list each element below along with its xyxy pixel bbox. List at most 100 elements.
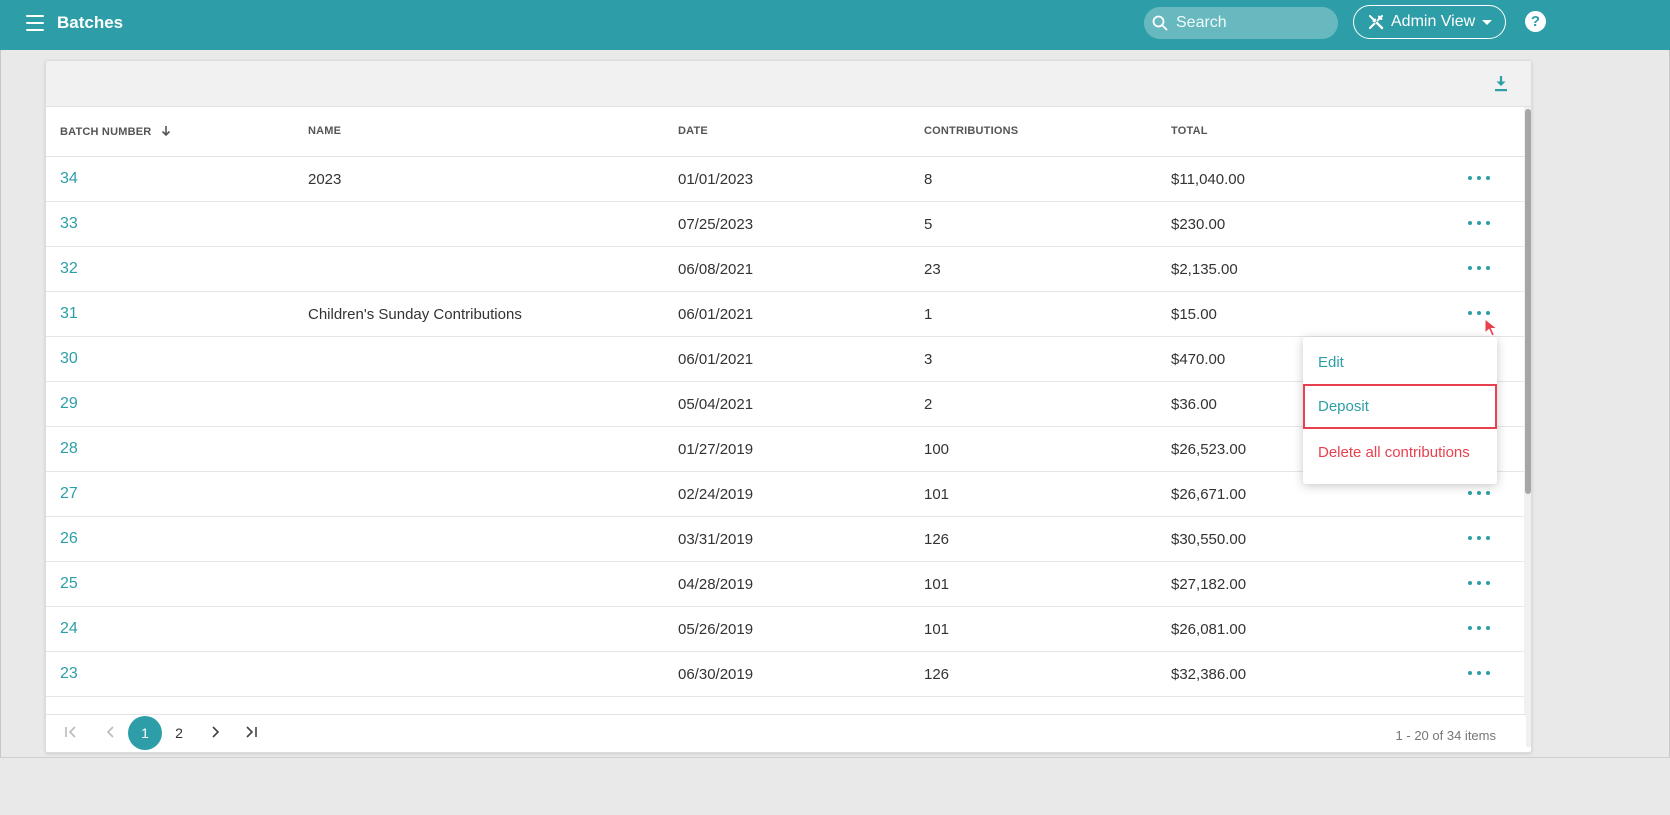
batch-number-link[interactable]: 28 [60, 440, 78, 458]
table-row: 31 Children's Sunday Contributions 06/01… [46, 292, 1531, 337]
batch-number-link[interactable]: 25 [60, 575, 78, 593]
ellipsis-icon[interactable] [1468, 485, 1490, 501]
table-header: BATCH NUMBER NAME DATE CONTRIBUTIONS TOT… [46, 107, 1531, 157]
first-page-icon[interactable] [64, 725, 78, 739]
batch-number-link[interactable]: 32 [60, 260, 78, 278]
mouse-pointer-icon [1484, 318, 1498, 337]
search-icon [1152, 15, 1168, 31]
ellipsis-icon[interactable] [1468, 260, 1490, 276]
batch-number-link[interactable]: 23 [60, 665, 78, 683]
table-row: 26 03/31/2019 126 $30,550.00 [46, 517, 1531, 562]
ellipsis-icon[interactable] [1468, 620, 1490, 636]
window-bottom [0, 757, 1670, 815]
batch-total: $26,081.00 [1171, 621, 1247, 638]
edit-menu-item[interactable]: Edit [1303, 340, 1497, 385]
scrollbar-thumb[interactable] [1525, 109, 1531, 494]
batch-contributions: 101 [924, 576, 950, 593]
pagination: 1 2 1 - 20 of 34 items [46, 714, 1526, 752]
batch-contributions: 100 [924, 441, 950, 458]
batch-contributions: 1 [924, 306, 933, 323]
batch-date: 05/26/2019 [678, 621, 754, 638]
ellipsis-icon[interactable] [1468, 170, 1490, 186]
column-header-batch-number[interactable]: BATCH NUMBER [60, 125, 171, 138]
help-icon[interactable]: ? [1525, 11, 1546, 32]
batch-total: $27,182.00 [1171, 576, 1247, 593]
hamburger-icon[interactable] [26, 15, 44, 31]
batch-contributions: 101 [924, 486, 950, 503]
column-header-name[interactable]: NAME [308, 125, 341, 137]
previous-page-icon[interactable] [104, 725, 118, 739]
delete-all-contributions-menu-item[interactable]: Delete all contributions [1303, 430, 1497, 475]
batch-total: $32,386.00 [1171, 666, 1247, 683]
card-toolbar [46, 61, 1531, 107]
page-1-button[interactable]: 1 [128, 716, 162, 750]
next-page-icon[interactable] [208, 725, 222, 739]
batch-contributions: 126 [924, 666, 950, 683]
admin-view-label: Admin View [1391, 13, 1476, 30]
batch-date: 01/27/2019 [678, 441, 754, 458]
column-header-date[interactable]: DATE [678, 125, 708, 137]
batch-total: $26,523.00 [1171, 441, 1247, 458]
ellipsis-icon[interactable] [1468, 530, 1490, 546]
column-header-contributions[interactable]: CONTRIBUTIONS [924, 125, 1018, 137]
table-row: 25 04/28/2019 101 $27,182.00 [46, 562, 1531, 607]
batch-total: $36.00 [1171, 396, 1217, 413]
batch-date: 06/01/2021 [678, 306, 754, 323]
column-header-total[interactable]: TOTAL [1171, 125, 1208, 137]
table-row: 32 06/08/2021 23 $2,135.00 [46, 247, 1531, 292]
arrow-down-icon [161, 126, 170, 137]
scrollbar[interactable] [1524, 107, 1531, 747]
chevron-down-icon [1482, 19, 1493, 25]
batch-total: $26,671.00 [1171, 486, 1247, 503]
batch-date: 06/01/2021 [678, 351, 754, 368]
ellipsis-icon[interactable] [1468, 215, 1490, 231]
batch-name: Children's Sunday Contributions [308, 306, 522, 323]
search-box[interactable] [1144, 7, 1338, 39]
page-2-button[interactable]: 2 [162, 716, 196, 750]
batch-total: $2,135.00 [1171, 261, 1238, 278]
top-bar: Batches Admin View ? [0, 0, 1670, 50]
last-page-icon[interactable] [244, 725, 258, 739]
batch-contributions: 126 [924, 531, 950, 548]
row-actions-menu: Edit Deposit Delete all contributions [1303, 337, 1497, 484]
batch-date: 06/30/2019 [678, 666, 754, 683]
batch-total: $470.00 [1171, 351, 1226, 368]
batch-name: 2023 [308, 171, 342, 188]
batch-total: $11,040.00 [1171, 171, 1245, 188]
batch-contributions: 5 [924, 216, 933, 233]
batch-total: $15.00 [1171, 306, 1217, 323]
batch-contributions: 2 [924, 396, 933, 413]
tools-icon [1368, 15, 1384, 30]
ellipsis-icon[interactable] [1468, 665, 1490, 681]
batch-date: 01/01/2023 [678, 171, 754, 188]
batch-number-link[interactable]: 24 [60, 620, 78, 638]
batch-number-link[interactable]: 33 [60, 215, 78, 233]
batch-number-link[interactable]: 29 [60, 395, 78, 413]
search-input[interactable] [1176, 14, 1326, 32]
batch-contributions: 3 [924, 351, 933, 368]
batch-date: 05/04/2021 [678, 396, 754, 413]
admin-view-button[interactable]: Admin View [1353, 5, 1506, 39]
batch-date: 03/31/2019 [678, 531, 754, 548]
ellipsis-icon[interactable] [1468, 575, 1490, 591]
page-title: Batches [57, 13, 124, 32]
batch-date: 07/25/2023 [678, 216, 754, 233]
table-row: 34 2023 01/01/2023 8 $11,040.00 [46, 157, 1531, 202]
batch-number-link[interactable]: 34 [60, 170, 78, 188]
batch-number-link[interactable]: 26 [60, 530, 78, 548]
batch-date: 02/24/2019 [678, 486, 754, 503]
batch-date: 04/28/2019 [678, 576, 754, 593]
batch-contributions: 101 [924, 621, 950, 638]
table-row: 33 07/25/2023 5 $230.00 [46, 202, 1531, 247]
batch-number-link[interactable]: 30 [60, 350, 78, 368]
batch-total: $230.00 [1171, 216, 1226, 233]
batch-number-link[interactable]: 31 [60, 305, 78, 323]
batch-contributions: 8 [924, 171, 933, 188]
batch-number-link[interactable]: 27 [60, 485, 78, 503]
download-icon[interactable] [1493, 75, 1509, 93]
deposit-menu-item[interactable]: Deposit [1303, 384, 1497, 429]
batch-total: $30,550.00 [1171, 531, 1247, 548]
batch-date: 06/08/2021 [678, 261, 754, 278]
table-row: 24 05/26/2019 101 $26,081.00 [46, 607, 1531, 652]
pagination-info: 1 - 20 of 34 items [1395, 728, 1496, 743]
